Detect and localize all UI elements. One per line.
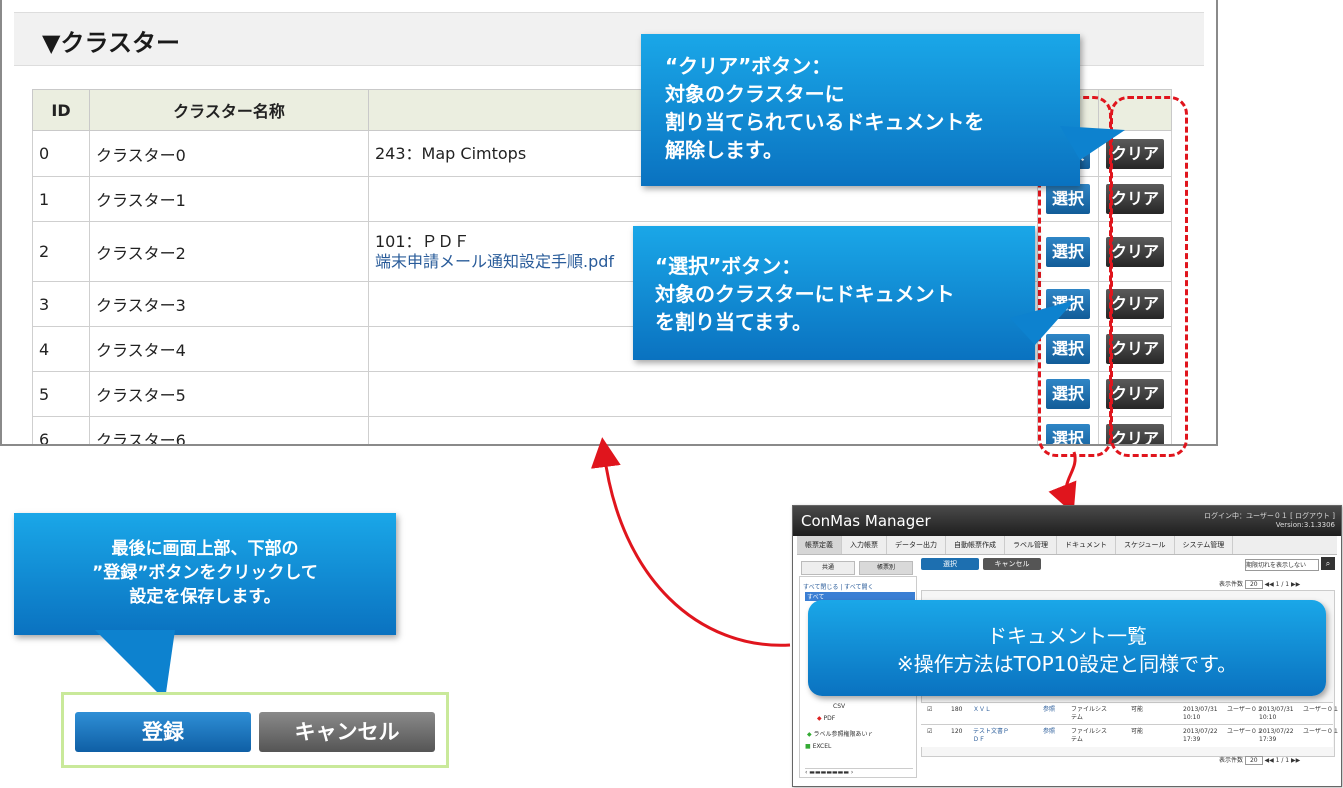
register-button[interactable]: 登録 bbox=[75, 712, 251, 752]
mgr-cancel-button[interactable]: キャンセル bbox=[983, 558, 1041, 570]
row-name: クラスター6 bbox=[89, 416, 369, 444]
side-tab-per-form[interactable]: 帳票別 bbox=[859, 561, 913, 575]
cancel-button[interactable]: キャンセル bbox=[259, 712, 435, 752]
manager-login: ログイン中：ユーザー０１ [ ログアウト ] Version:3.1.3306 bbox=[1204, 512, 1335, 530]
search-icon[interactable]: ⌕ bbox=[1321, 557, 1335, 570]
row-id: 3 bbox=[32, 281, 90, 327]
select-callout-text: “選択”ボタン： 対象のクラスターにドキュメント を割り当てます。 bbox=[655, 254, 955, 334]
doc-type: ファイルシステム bbox=[1071, 706, 1108, 721]
filter-select[interactable]: 期限切れを表示しない bbox=[1245, 559, 1319, 571]
section-title: ▼クラスター bbox=[42, 29, 180, 57]
doc-row[interactable]: ☑ 180 ＸＶＬ 参照 ファイルシステム 可能 2013/07/31 10:10 ユーザー０… bbox=[921, 702, 1339, 725]
table-row: 5 クラスター5 選択 クリア bbox=[32, 371, 1172, 417]
row-id: 6 bbox=[32, 416, 90, 444]
row-document bbox=[368, 371, 1038, 417]
row-name: クラスター5 bbox=[89, 371, 369, 417]
login-text[interactable]: ログイン中：ユーザー０１ [ ログアウト ] bbox=[1204, 512, 1335, 521]
doc-date2: 2013/07/31 10:10 bbox=[1259, 706, 1294, 721]
row-id: 0 bbox=[32, 130, 90, 177]
doc-status: 可能 bbox=[1131, 706, 1144, 713]
manager-header: ConMas Manager ログイン中：ユーザー０１ [ ログアウト ] Ve… bbox=[793, 506, 1341, 536]
arrow-to-panel bbox=[590, 437, 791, 647]
menu-item[interactable]: 自動帳票作成 bbox=[946, 536, 1005, 554]
menu-item[interactable]: ドキュメント bbox=[1057, 536, 1116, 554]
pager-bottom: 1 / 1 bbox=[1275, 757, 1290, 764]
doclist-callout-text: ドキュメント一覧 ※操作方法はTOP10設定と同様です。 bbox=[896, 624, 1238, 676]
menu-item[interactable]: 入力帳票 bbox=[842, 536, 887, 554]
clear-callout-text: “クリア”ボタン： 対象のクラスターに 割り当てられているドキュメントを 解除し… bbox=[665, 54, 985, 162]
pager-top: 1 / 1 bbox=[1275, 581, 1290, 588]
menu-item[interactable]: ラベル管理 bbox=[1005, 536, 1057, 554]
doc-row[interactable]: ☑ 120 テスト文書ＰＤＦ 参照 ファイルシステム 可能 2013/07/22 17:39… bbox=[921, 724, 1339, 747]
doclist-callout: ドキュメント一覧 ※操作方法はTOP10設定と同様です。 bbox=[808, 600, 1326, 696]
menu-item[interactable]: システム管理 bbox=[1175, 536, 1234, 554]
row-id: 1 bbox=[32, 176, 90, 222]
doc-date2: 2013/07/22 17:39 bbox=[1259, 728, 1294, 743]
row-name: クラスター1 bbox=[89, 176, 369, 222]
row-document bbox=[368, 416, 1038, 444]
row-id: 4 bbox=[32, 326, 90, 372]
manager-title: ConMas Manager bbox=[801, 512, 931, 530]
save-callout: 最後に画面上部、下部の ”登録”ボタンをクリックして 設定を保存します。 bbox=[14, 513, 396, 635]
doc-date1: 2013/07/31 10:10 bbox=[1183, 706, 1218, 721]
select-callout: “選択”ボタン： 対象のクラスターにドキュメント を割り当てます。 bbox=[633, 226, 1035, 360]
clear-callout: “クリア”ボタン： 対象のクラスターに 割り当てられているドキュメントを 解除し… bbox=[641, 34, 1080, 186]
col-name: クラスター名称 bbox=[89, 89, 369, 131]
row-id: 5 bbox=[32, 371, 90, 417]
manager-menu: 帳票定義 入力帳票 データー出力 自動帳票作成 ラベル管理 ドキュメント スケジュール システ… bbox=[797, 536, 1337, 555]
save-callout-text: 最後に画面上部、下部の ”登録”ボタンをクリックして 設定を保存します。 bbox=[92, 539, 318, 607]
row-id: 2 bbox=[32, 221, 90, 282]
count-top: 表示件数 20 ◀◀ 1 / 1 ▶▶ bbox=[1219, 580, 1301, 589]
doc-status: 可能 bbox=[1131, 728, 1144, 735]
doc-user2: ユーザー０１ bbox=[1303, 728, 1339, 735]
doc-date1: 2013/07/22 17:39 bbox=[1183, 728, 1218, 743]
count-label: 表示件数 bbox=[1219, 581, 1244, 588]
doc-type: ファイルシステム bbox=[1071, 728, 1108, 743]
row-name: クラスター4 bbox=[89, 326, 369, 372]
doc-name[interactable]: テスト文書ＰＤＦ bbox=[973, 728, 1013, 744]
row-name: クラスター2 bbox=[89, 221, 369, 282]
count-bottom: 表示件数 20 ◀◀ 1 / 1 ▶▶ bbox=[1219, 756, 1301, 765]
row-name: クラスター3 bbox=[89, 281, 369, 327]
menu-item[interactable]: データー出力 bbox=[887, 536, 946, 554]
count-select-bottom[interactable]: 20 bbox=[1244, 756, 1263, 765]
count-select[interactable]: 20 bbox=[1244, 580, 1263, 589]
count-label-bottom: 表示件数 bbox=[1219, 757, 1244, 764]
row-name: クラスター0 bbox=[89, 130, 369, 177]
arrow-to-manager bbox=[1048, 451, 1077, 514]
doc-name[interactable]: ＸＶＬ bbox=[973, 706, 1013, 714]
save-callout-pointer bbox=[95, 630, 175, 700]
menu-item[interactable]: スケジュール bbox=[1116, 536, 1175, 554]
col-id: ID bbox=[32, 89, 90, 131]
table-row: 6 クラスター6 選択 クリア bbox=[32, 416, 1172, 444]
doc-user2: ユーザー０１ bbox=[1303, 706, 1339, 713]
menu-item[interactable]: 帳票定義 bbox=[797, 536, 842, 554]
version-text: Version:3.1.3306 bbox=[1275, 521, 1335, 529]
clear-column-highlight bbox=[1110, 96, 1188, 457]
side-tab-common[interactable]: 共通 bbox=[801, 561, 855, 575]
mgr-select-button[interactable]: 選択 bbox=[921, 558, 979, 570]
footer-button-area: 登録 キャンセル bbox=[61, 692, 449, 768]
